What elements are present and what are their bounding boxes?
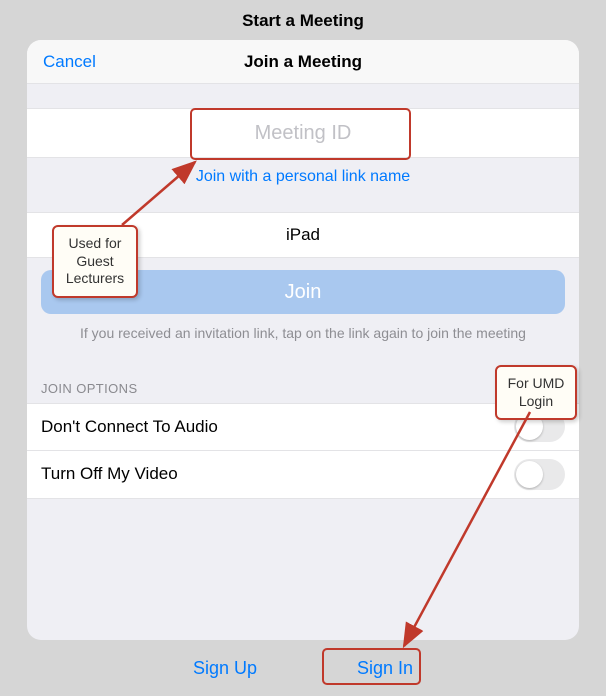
cancel-button[interactable]: Cancel [43,52,96,72]
option-turn-off-video: Turn Off My Video [27,451,579,499]
join-meeting-modal: Cancel Join a Meeting Join with a person… [27,40,579,640]
option-label: Don't Connect To Audio [41,417,218,437]
spacer [27,84,579,108]
option-label: Turn Off My Video [41,464,178,484]
bottom-bar: Sign Up Sign In [0,640,606,696]
spacer [27,192,579,212]
modal-title: Join a Meeting [27,52,579,72]
meeting-id-input[interactable] [27,122,579,145]
meeting-id-row[interactable] [27,108,579,158]
callout-umd-login: For UMD Login [495,365,577,420]
toggle-video[interactable] [514,459,565,490]
modal-header: Cancel Join a Meeting [27,40,579,84]
sign-up-button[interactable]: Sign Up [193,658,257,679]
callout-guest-lecturers: Used for Guest Lecturers [52,225,138,298]
sign-in-button[interactable]: Sign In [357,658,413,679]
personal-link-name[interactable]: Join with a personal link name [27,158,579,192]
page-title: Start a Meeting [0,0,606,42]
invitation-hint: If you received an invitation link, tap … [41,314,565,343]
